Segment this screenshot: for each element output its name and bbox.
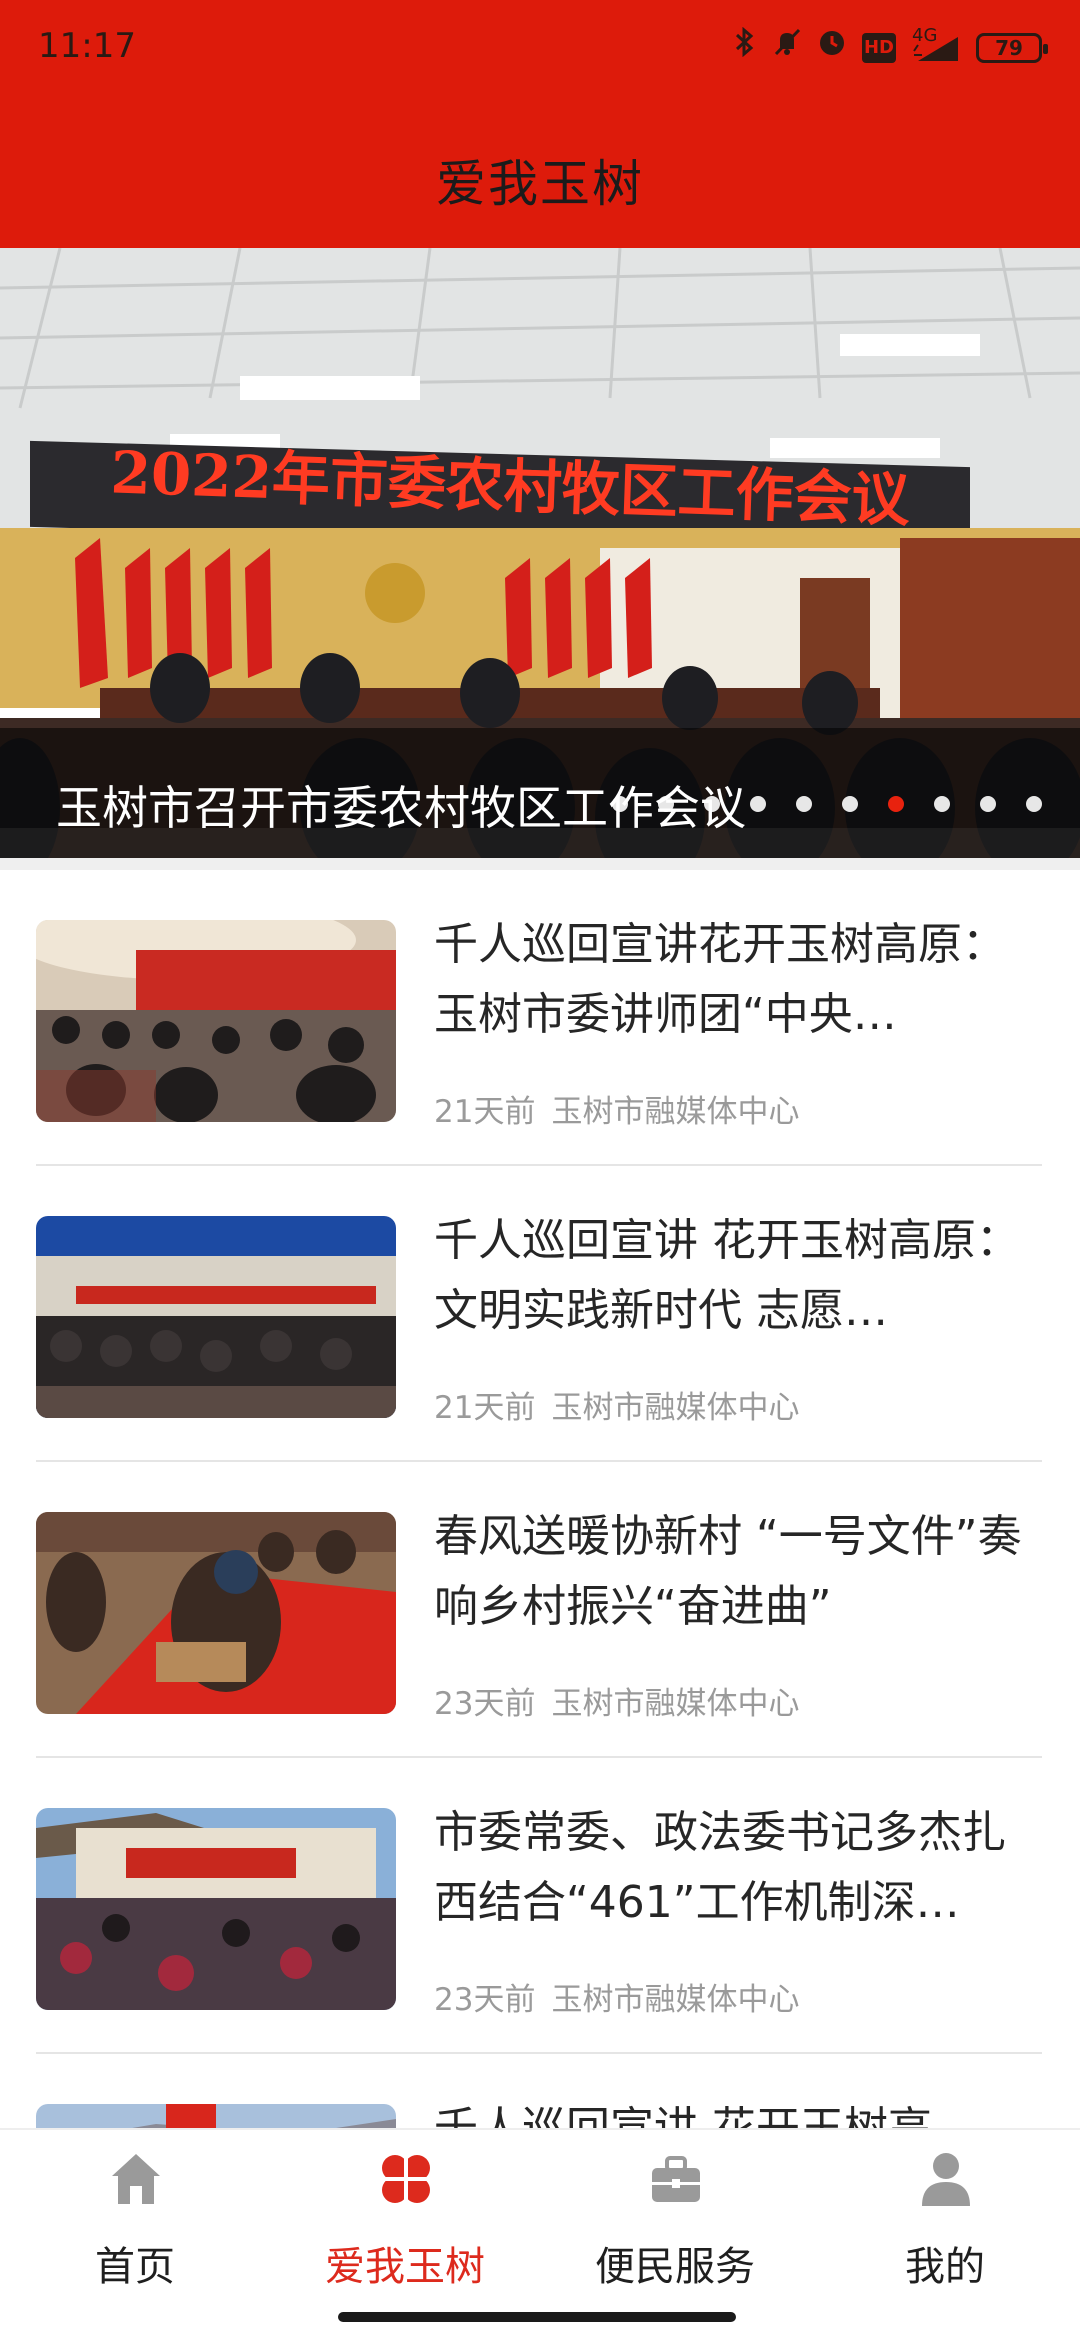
- network-type: 4G: [912, 25, 938, 46]
- news-thumbnail: [36, 1512, 396, 1714]
- pagination-dot[interactable]: [842, 796, 858, 812]
- nav-label: 首页: [95, 2244, 175, 2290]
- pagination-dot[interactable]: [612, 796, 628, 812]
- person-icon: [922, 2153, 970, 2206]
- news-item[interactable]: 春风送暖协新村 “一号文件”奏响乡村振兴“奋进曲” 23天前 玉树市融媒体中心: [0, 1462, 1080, 1758]
- news-item[interactable]: 千人巡回宣讲 花开玉树高原：文明实践新时代 志愿… 21天前 玉树市融媒体中心: [0, 1166, 1080, 1462]
- news-meta: 21天前 玉树市融媒体中心: [434, 1086, 799, 1131]
- banner-pagination: [612, 796, 1042, 812]
- nav-item-services[interactable]: 便民服务: [540, 2130, 810, 2320]
- status-time: 11:17: [38, 26, 136, 66]
- pagination-dot[interactable]: [796, 796, 812, 812]
- nav-item-home[interactable]: 首页: [0, 2130, 270, 2320]
- news-title: 千人巡回宣讲花开玉树高原：玉树市委讲师团“中央…: [434, 919, 1006, 1040]
- pagination-dot[interactable]: [934, 796, 950, 812]
- pagination-dot[interactable]: [980, 796, 996, 812]
- nav-item-love-yushu[interactable]: 爱我玉树: [270, 2130, 540, 2320]
- pagination-dot[interactable]: [704, 796, 720, 812]
- news-thumbnail: [36, 920, 396, 1122]
- news-time: 21天前: [434, 1094, 536, 1130]
- news-item[interactable]: 市委常委、政法委书记多杰扎西结合“461”工作机制深… 23天前 玉树市融媒体中心: [0, 1758, 1080, 2054]
- news-time: 23天前: [434, 1686, 536, 1722]
- news-meta: 21天前 玉树市融媒体中心: [434, 1382, 799, 1427]
- news-source: 玉树市融媒体中心: [551, 1982, 800, 2018]
- news-title: 市委常委、政法委书记多杰扎西结合“461”工作机制深…: [434, 1807, 1006, 1928]
- page-title: 爱我玉树: [436, 155, 644, 213]
- top-header: 11:17 HD 4G 79 爱我玉树: [0, 0, 1080, 248]
- news-item[interactable]: 千人巡回宣讲花开玉树高原：玉树市委讲师团“中央… 21天前 玉树市融媒体中心: [0, 870, 1080, 1166]
- news-thumbnail: [36, 1808, 396, 2010]
- news-thumbnail: [36, 1216, 396, 1418]
- home-icon: [112, 2154, 160, 2204]
- nav-label: 我的: [905, 2244, 985, 2290]
- alarm-icon: [818, 26, 846, 70]
- pagination-dot[interactable]: [750, 796, 766, 812]
- news-banner-carousel[interactable]: 2022年市委农村牧区工作会议 玉树市召开市委农村牧区工作会议: [0, 248, 1080, 858]
- news-source: 玉树市融媒体中心: [551, 1094, 800, 1130]
- battery-level: 79: [995, 36, 1023, 60]
- status-icons: HD 4G 79: [734, 26, 1048, 70]
- pagination-dot-active[interactable]: [888, 796, 904, 812]
- news-source: 玉树市融媒体中心: [551, 1686, 800, 1722]
- news-title: 千人巡回宣讲 花开玉树高原：文明实践新时代 志愿…: [434, 1215, 1020, 1336]
- battery-icon: 79: [976, 33, 1048, 63]
- news-time: 21天前: [434, 1390, 536, 1426]
- app-screen: 11:17 HD 4G 79 爱我玉树 2022年市委农村牧区工作会议 玉树市召…: [0, 0, 1080, 2340]
- status-bar: 11:17 HD 4G 79: [0, 0, 1080, 96]
- mute-bell-icon: [772, 26, 802, 70]
- bluetooth-icon: [734, 26, 756, 70]
- news-meta: 23天前 玉树市融媒体中心: [434, 1974, 799, 2019]
- briefcase-icon: [652, 2156, 700, 2202]
- clover-icon: [382, 2155, 430, 2203]
- pagination-dot[interactable]: [658, 796, 674, 812]
- nav-label: 爱我玉树: [325, 2244, 485, 2290]
- news-time: 23天前: [434, 1982, 536, 2018]
- news-source: 玉树市融媒体中心: [551, 1390, 800, 1426]
- news-meta: 23天前 玉树市融媒体中心: [434, 1678, 799, 1723]
- nav-label: 便民服务: [595, 2244, 755, 2290]
- hd-badge: HD: [862, 33, 896, 63]
- nav-item-profile[interactable]: 我的: [810, 2130, 1080, 2320]
- signal-icon: 4G: [912, 27, 960, 63]
- section-divider: [0, 858, 1080, 870]
- pagination-dot[interactable]: [1026, 796, 1042, 812]
- home-indicator[interactable]: [338, 2312, 736, 2322]
- bottom-nav: 首页 爱我玉树 便民服务 我的: [0, 2128, 1080, 2340]
- news-title: 春风送暖协新村 “一号文件”奏响乡村振兴“奋进曲”: [434, 1511, 1022, 1632]
